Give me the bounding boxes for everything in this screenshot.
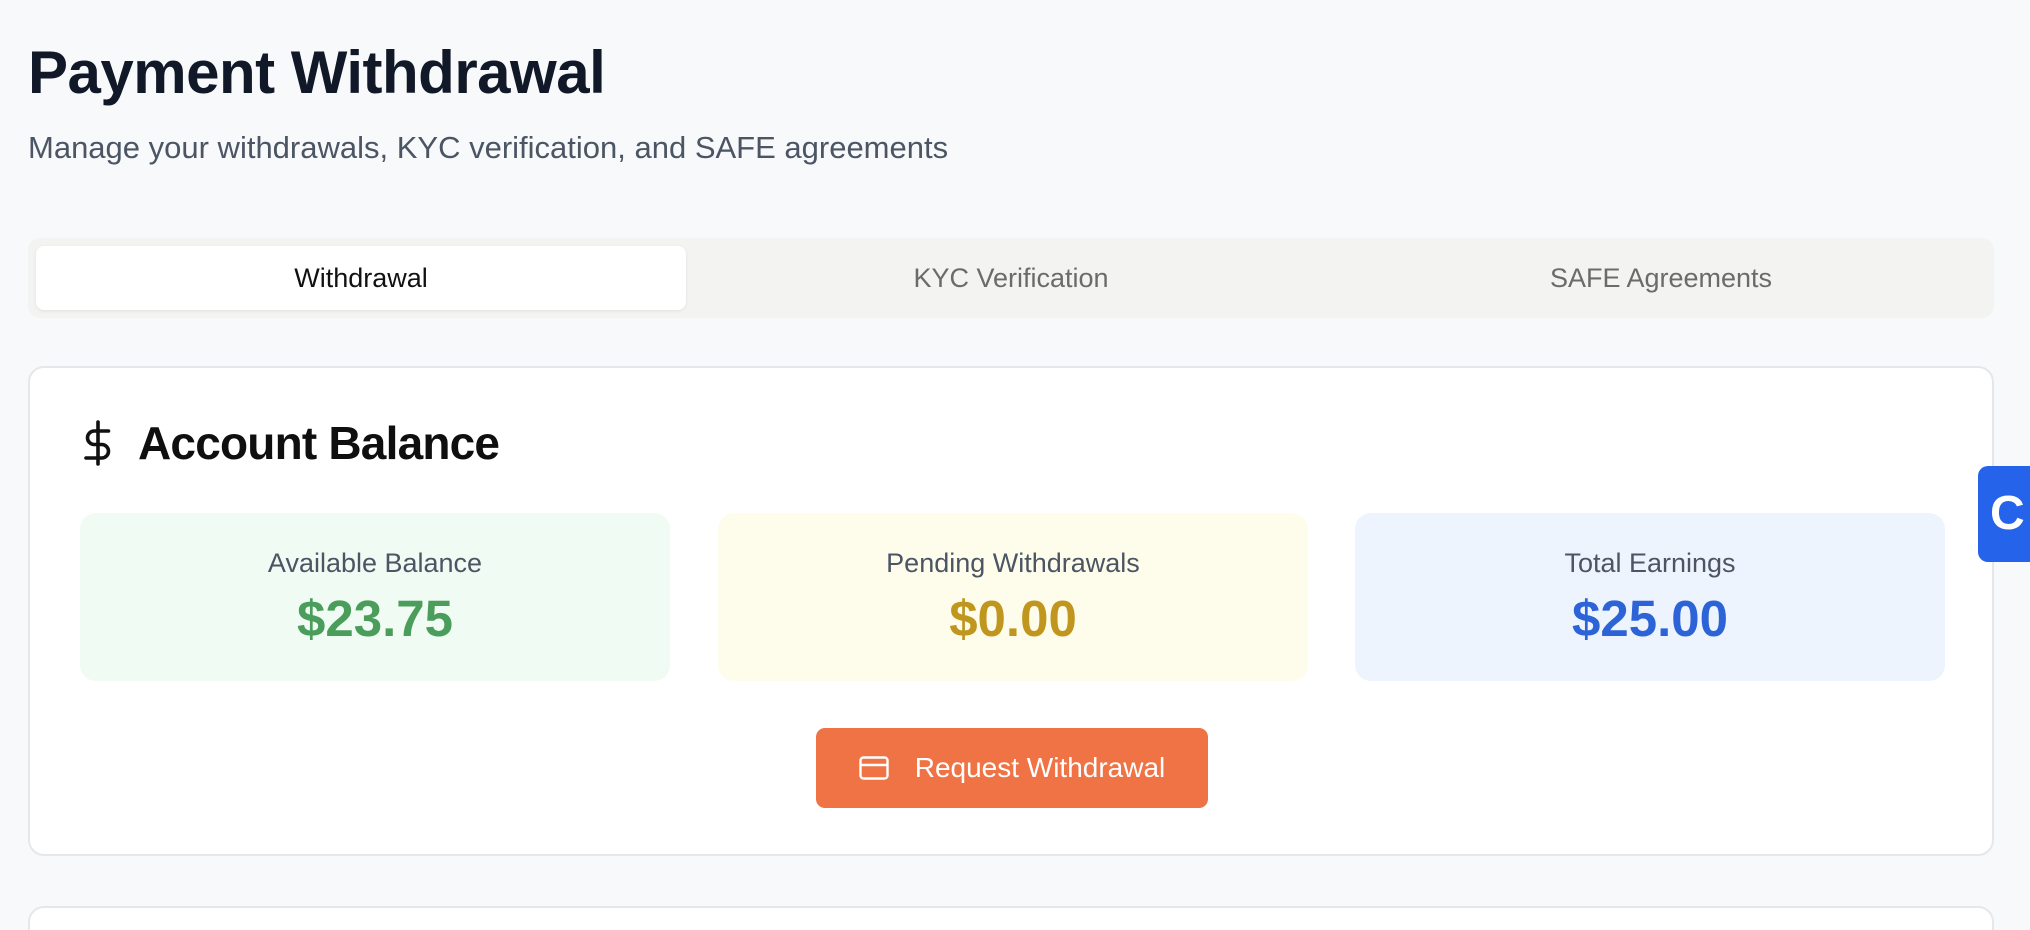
tab-kyc-verification[interactable]: KYC Verification (686, 246, 1336, 310)
available-balance-value: $23.75 (297, 590, 453, 647)
pending-withdrawals-stat: Pending Withdrawals $0.00 (718, 513, 1308, 681)
available-balance-label: Available Balance (267, 548, 483, 578)
total-earnings-value: $25.00 (1572, 590, 1728, 647)
total-earnings-label: Total Earnings (1564, 548, 1736, 578)
pending-withdrawals-value: $0.00 (949, 590, 1077, 647)
next-card (28, 906, 1994, 930)
dollar-icon (84, 420, 111, 466)
side-chat-widget[interactable]: C (1978, 466, 2030, 562)
page-subtitle: Manage your withdrawals, KYC verificatio… (28, 130, 949, 165)
card-header: Account Balance (80, 416, 500, 470)
account-balance-card: Account Balance Available Balance $23.75… (28, 366, 1994, 856)
side-widget-label: C (1990, 487, 2025, 540)
tab-withdrawal[interactable]: Withdrawal (36, 246, 686, 310)
pending-withdrawals-label: Pending Withdrawals (886, 548, 1140, 578)
request-withdrawal-label: Request Withdrawal (914, 752, 1166, 783)
card-title: Account Balance (138, 417, 500, 469)
tab-safe-agreements[interactable]: SAFE Agreements (1336, 246, 1986, 310)
page: Payment Withdrawal Manage your withdrawa… (0, 0, 2030, 930)
credit-card-icon (859, 756, 889, 780)
available-balance-stat: Available Balance $23.75 (80, 513, 670, 681)
request-withdrawal-button[interactable]: Request Withdrawal (816, 728, 1208, 808)
total-earnings-stat: Total Earnings $25.00 (1355, 513, 1945, 681)
tab-bar: Withdrawal KYC Verification SAFE Agreeme… (28, 238, 1994, 318)
page-title: Payment Withdrawal (28, 39, 606, 106)
